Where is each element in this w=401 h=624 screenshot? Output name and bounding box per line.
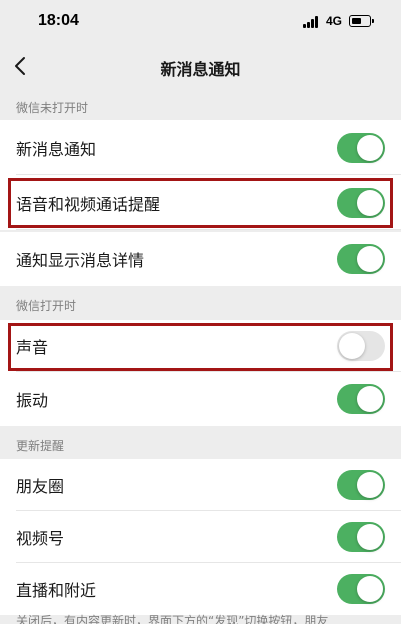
toggle-voice-video-call-alert[interactable] — [337, 187, 385, 218]
toggle-vibration[interactable] — [337, 384, 385, 414]
toggle-new-message-notification[interactable] — [337, 132, 385, 163]
row-show-message-details: 通知显示消息详情 — [0, 232, 401, 286]
section-header-updates: 更新提醒 — [16, 439, 65, 453]
toggle-channels[interactable] — [337, 522, 385, 552]
footer-note: 关闭后，有内容更新时，界面下方的“发现”切换按钮，朋友 — [16, 614, 329, 624]
row-label: 声音 — [16, 338, 49, 357]
row-new-message-notification: 新消息通知 — [0, 120, 401, 175]
row-label: 直播和附近 — [16, 581, 97, 600]
row-label: 振动 — [16, 391, 49, 410]
row-channels: 视频号 — [0, 511, 401, 563]
row-live-nearby: 直播和附近 — [0, 563, 401, 615]
row-label: 新消息通知 — [16, 139, 97, 159]
toggle-live-nearby[interactable] — [337, 574, 385, 604]
row-moments: 朋友圈 — [0, 459, 401, 511]
nav-bar: 新消息通知 — [0, 44, 401, 88]
network-label: 4G — [326, 14, 343, 28]
toggle-moments[interactable] — [337, 470, 385, 500]
row-label: 语音和视频通话提醒 — [16, 194, 161, 214]
row-label: 朋友圈 — [16, 477, 65, 496]
signal-icon — [303, 15, 323, 28]
status-time: 18:04 — [38, 12, 79, 29]
section-header-open: 微信打开时 — [16, 299, 77, 313]
page-title: 新消息通知 — [160, 60, 241, 79]
battery-icon — [349, 15, 374, 27]
row-label: 视频号 — [16, 529, 65, 548]
row-vibration: 振动 — [0, 372, 401, 426]
status-bar: 18:04 4G — [0, 0, 401, 44]
toggle-sound[interactable] — [337, 331, 385, 361]
row-label: 通知显示消息详情 — [16, 251, 145, 270]
toggle-show-message-details[interactable] — [337, 244, 385, 274]
row-sound: 声音 — [0, 320, 401, 372]
row-voice-video-call-alert: 语音和视频通话提醒 — [0, 175, 401, 230]
